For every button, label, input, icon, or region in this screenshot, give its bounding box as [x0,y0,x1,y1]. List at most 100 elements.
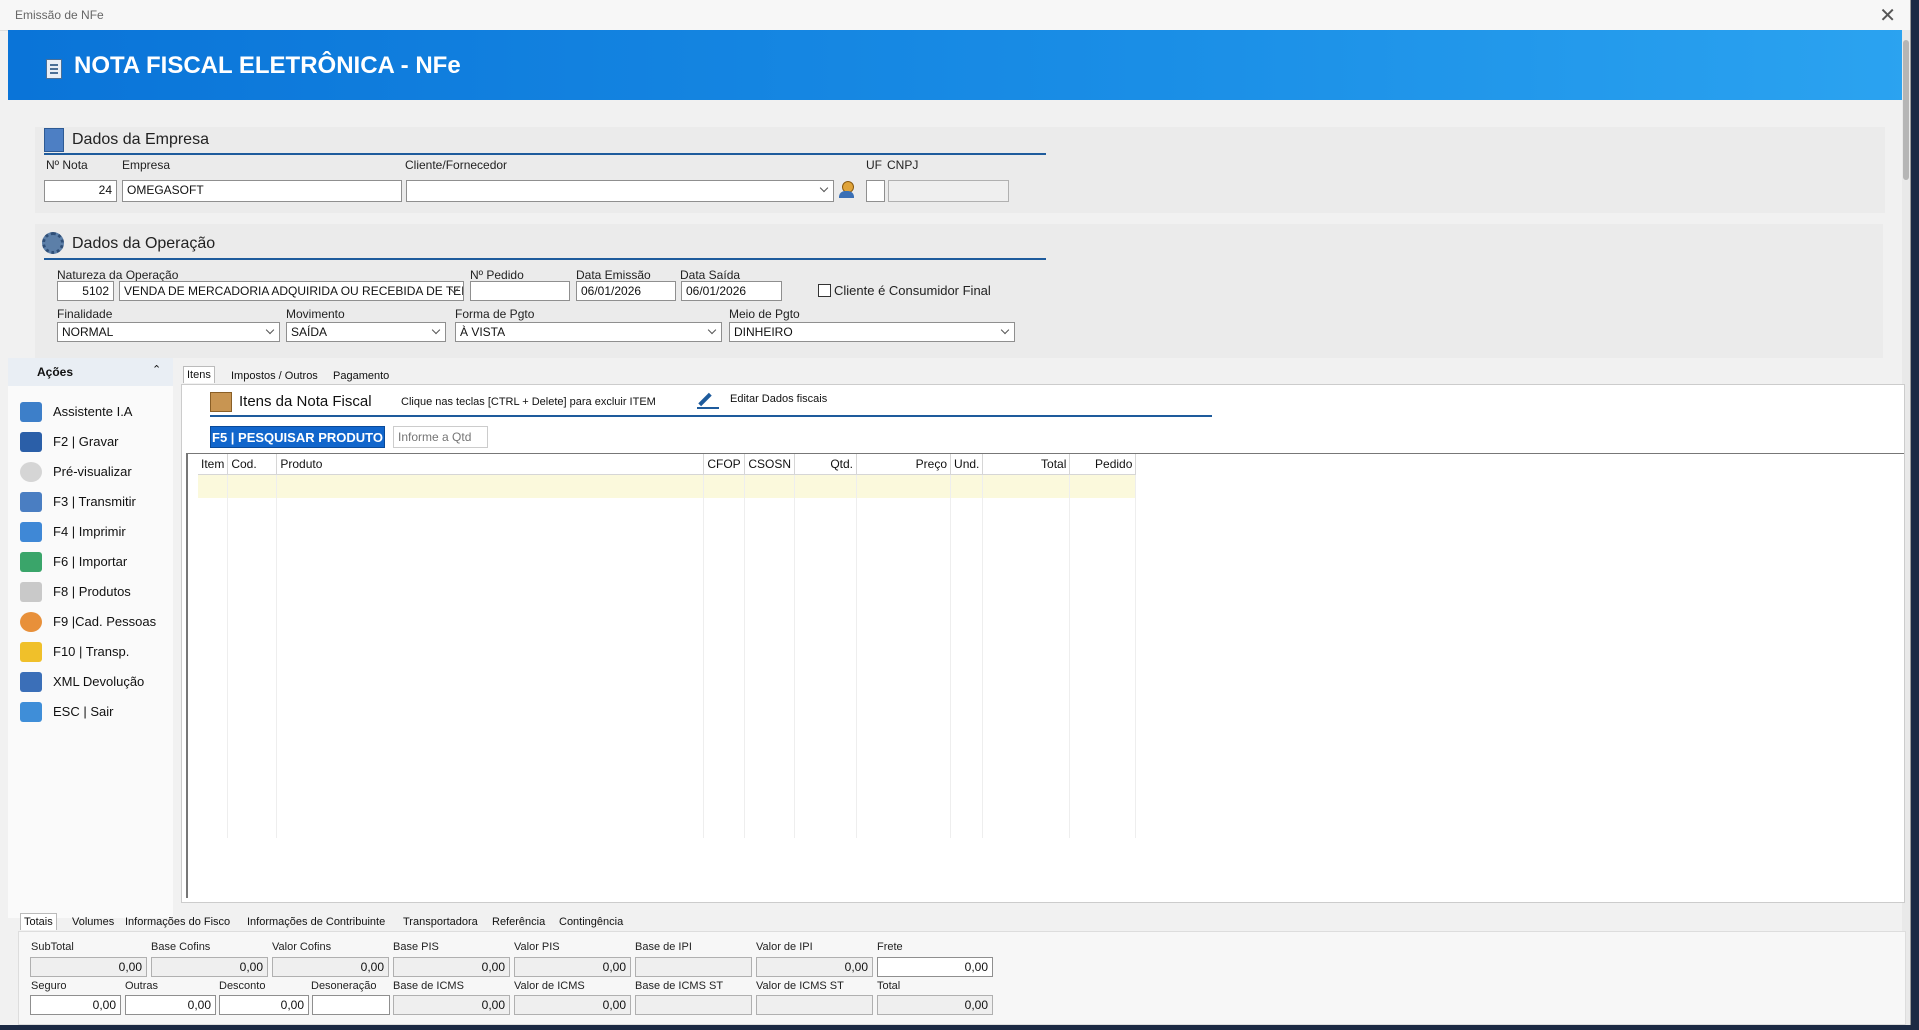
cliente-select[interactable] [406,180,834,202]
chevron-down-icon[interactable] [999,325,1012,339]
action-produtos[interactable]: F8 | Produtos [20,580,170,604]
col-cod[interactable]: Cod. [227,454,278,475]
scrollbar-thumb[interactable] [1903,40,1909,180]
forma-pgto-label: Forma de Pgto [455,307,535,321]
tab-info-fisco[interactable]: Informações do Fisco [122,914,233,930]
pedido-field[interactable] [470,281,570,301]
outras-label: Outras [125,980,159,992]
editar-dados-fiscais-link[interactable]: Editar Dados fiscais [730,393,827,405]
chevron-down-icon[interactable] [706,325,719,339]
search-person-icon[interactable] [838,180,858,200]
uf-field[interactable] [866,180,885,202]
itens-divider [210,415,1212,417]
uf-label: UF [866,158,882,172]
tab-totais[interactable]: Totais [20,913,57,930]
movimento-select[interactable]: SAÍDA [286,322,446,342]
tab-contingencia[interactable]: Contingência [556,914,626,930]
col-cfop[interactable]: CFOP [703,454,746,475]
col-preco[interactable]: Preço [856,454,952,475]
tab-itens[interactable]: Itens [183,366,215,383]
valor-icms-st-label: Valor de ICMS ST [756,980,844,992]
action-assistente[interactable]: Assistente I.A [20,400,170,424]
col-total[interactable]: Total [982,454,1071,475]
movimento-value: SAÍDA [291,325,328,339]
natureza-value: VENDA DE MERCADORIA ADQUIRIDA OU RECEBID… [124,284,464,298]
itens-table: Item Cod. Produto CFOP CSOSN Qtd. Preço … [198,454,1137,838]
tab-transportadora[interactable]: Transportadora [400,914,481,930]
tab-referencia[interactable]: Referência [489,914,548,930]
actions-title: Ações [37,365,74,379]
action-sair[interactable]: ESC | Sair [20,700,170,724]
bottom-tabs: Totais Volumes Informações do Fisco Info… [14,913,1904,931]
seguro-field[interactable]: 0,00 [30,995,121,1015]
table-empty-area [198,498,1137,838]
frete-label: Frete [877,941,903,953]
col-pedido[interactable]: Pedido [1069,454,1137,475]
pesquisar-produto-button[interactable]: F5 | PESQUISAR PRODUTO [210,426,385,448]
natureza-select[interactable]: VENDA DE MERCADORIA ADQUIRIDA OU RECEBID… [119,281,464,301]
finalidade-select[interactable]: NORMAL [57,322,280,342]
actions-header[interactable]: Ações ⌃ [8,358,173,386]
meio-pgto-label: Meio de Pgto [729,307,800,321]
people-icon [20,612,42,632]
meio-pgto-select[interactable]: DINHEIRO [729,322,1015,342]
action-importar[interactable]: F6 | Importar [20,550,170,574]
valor-icms-st-field [756,995,873,1015]
edit-icon[interactable] [697,392,719,409]
desoneracao-field[interactable] [312,995,390,1015]
collapse-icon[interactable]: ⌃ [152,363,161,376]
table-row[interactable] [198,474,1137,498]
empresa-field[interactable]: OMEGASOFT [122,180,402,202]
seguro-label: Seguro [31,980,67,992]
action-transp[interactable]: F10 | Transp. [20,640,170,664]
action-imprimir[interactable]: F4 | Imprimir [20,520,170,544]
valor-ipi-field: 0,00 [756,957,873,977]
outras-field[interactable]: 0,00 [125,995,216,1015]
total-label: Total [877,980,901,992]
base-icms-st-field [635,995,752,1015]
preview-icon [20,462,42,482]
close-icon[interactable]: ✕ [1879,3,1896,28]
col-csosn[interactable]: CSOSN [744,454,796,475]
base-ipi-field [635,957,752,977]
itens-grid[interactable]: Item Cod. Produto CFOP CSOSN Qtd. Preço … [186,453,1904,898]
action-label: XML Devolução [53,674,145,689]
action-label: F10 | Transp. [53,644,130,659]
action-label: F8 | Produtos [53,584,131,599]
chevron-down-icon[interactable] [430,325,443,339]
forma-pgto-select[interactable]: À VISTA [455,322,722,342]
action-transmitir[interactable]: F3 | Transmitir [20,490,170,514]
col-item[interactable]: Item [198,454,229,475]
action-cad-pessoas[interactable]: F9 |Cad. Pessoas [20,610,170,634]
tab-volumes[interactable]: Volumes [69,914,117,930]
nota-number-field[interactable]: 24 [44,180,117,202]
tab-impostos[interactable]: Impostos / Outros [228,368,321,384]
quantidade-input[interactable] [393,426,488,448]
data-saida-field[interactable]: 06/01/2026 [681,281,782,301]
desconto-label: Desconto [219,980,266,992]
col-qtd[interactable]: Qtd. [794,454,858,475]
document-icon [46,59,62,79]
cfop-field[interactable]: 5102 [57,281,114,301]
operacao-section-title: Dados da Operação [72,235,216,252]
chevron-down-icon[interactable] [818,183,831,197]
tab-info-contribuinte[interactable]: Informações de Contribuinte [244,914,388,930]
col-und[interactable]: Und. [950,454,984,475]
action-pre-visualizar[interactable]: Pré-visualizar [20,460,170,484]
action-xml-devolucao[interactable]: XML Devolução [20,670,170,694]
action-gravar[interactable]: F2 | Gravar [20,430,170,454]
col-produto[interactable]: Produto [276,454,705,475]
chevron-down-icon[interactable] [448,284,461,298]
subtotal-label: SubTotal [31,941,74,953]
tab-pagamento[interactable]: Pagamento [330,368,392,384]
chevron-down-icon[interactable] [264,325,277,339]
data-emissao-field[interactable]: 06/01/2026 [576,281,676,301]
frete-field[interactable]: 0,00 [877,957,993,977]
truck-icon [20,642,42,662]
desconto-field[interactable]: 0,00 [219,995,309,1015]
action-label: Pré-visualizar [53,464,132,479]
consumidor-final-checkbox[interactable] [818,284,831,297]
consumidor-final-label[interactable]: Cliente é Consumidor Final [834,283,991,298]
pedido-label: Nº Pedido [470,268,524,282]
base-pis-label: Base PIS [393,941,439,953]
